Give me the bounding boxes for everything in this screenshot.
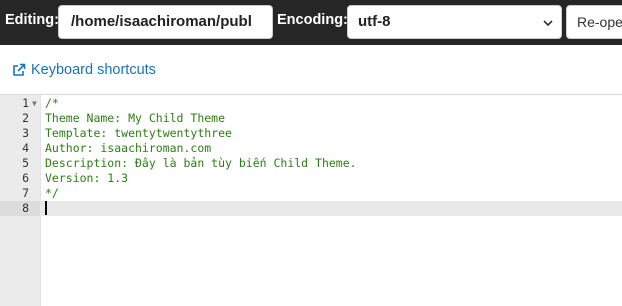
line-text: /* xyxy=(45,96,59,110)
code-editor[interactable]: 1 ▼ /* 2 Theme Name: My Child Theme 3 Te… xyxy=(0,94,622,306)
line-number: 4 xyxy=(22,141,29,155)
line-text: */ xyxy=(45,186,59,200)
code-line: 4 Author: isaachiroman.com xyxy=(0,141,622,156)
code-line: 6 Version: 1.3 xyxy=(0,171,622,186)
code-line: 5 Description: Đây là bản tùy biến Child… xyxy=(0,156,622,171)
keyboard-shortcuts-label: Keyboard shortcuts xyxy=(31,62,156,78)
code-line: 2 Theme Name: My Child Theme xyxy=(0,111,622,126)
text-cursor xyxy=(45,201,47,215)
line-number: 2 xyxy=(22,111,29,125)
line-text: Author: isaachiroman.com xyxy=(45,141,212,155)
file-path-input[interactable]: /home/isaachiroman/publ xyxy=(58,5,273,39)
line-text: Version: 1.3 xyxy=(45,171,129,185)
line-number: 1 xyxy=(22,96,29,110)
line-text: Template: twentytwentythree xyxy=(45,126,232,140)
keyboard-shortcuts-link[interactable]: Keyboard shortcuts xyxy=(12,62,156,78)
line-number: 6 xyxy=(22,171,29,185)
encoding-label: Encoding: xyxy=(277,12,348,28)
chevron-down-icon xyxy=(543,20,553,27)
encoding-select[interactable]: utf-8 xyxy=(347,5,562,39)
editing-label: Editing: xyxy=(5,12,59,28)
code-line: 1 ▼ /* xyxy=(0,96,622,111)
active-code-line: 8 xyxy=(0,201,622,216)
line-text: Theme Name: My Child Theme xyxy=(45,111,226,125)
code-line: 3 Template: twentytwentythree xyxy=(0,126,622,141)
code-line: 7 */ xyxy=(0,186,622,201)
line-text: Description: Đây là bản tùy biến Child T… xyxy=(45,156,357,170)
line-number: 5 xyxy=(22,156,29,170)
line-number: 3 xyxy=(22,126,29,140)
line-number: 8 xyxy=(22,201,29,215)
reopen-button[interactable]: Re-ope xyxy=(566,5,622,39)
line-number: 7 xyxy=(22,186,29,200)
editor-toolbar: Editing: /home/isaachiroman/publ Encodin… xyxy=(0,0,622,45)
encoding-selected-value: utf-8 xyxy=(358,13,391,30)
fold-arrow-icon[interactable]: ▼ xyxy=(32,96,37,111)
external-link-icon xyxy=(13,63,26,76)
